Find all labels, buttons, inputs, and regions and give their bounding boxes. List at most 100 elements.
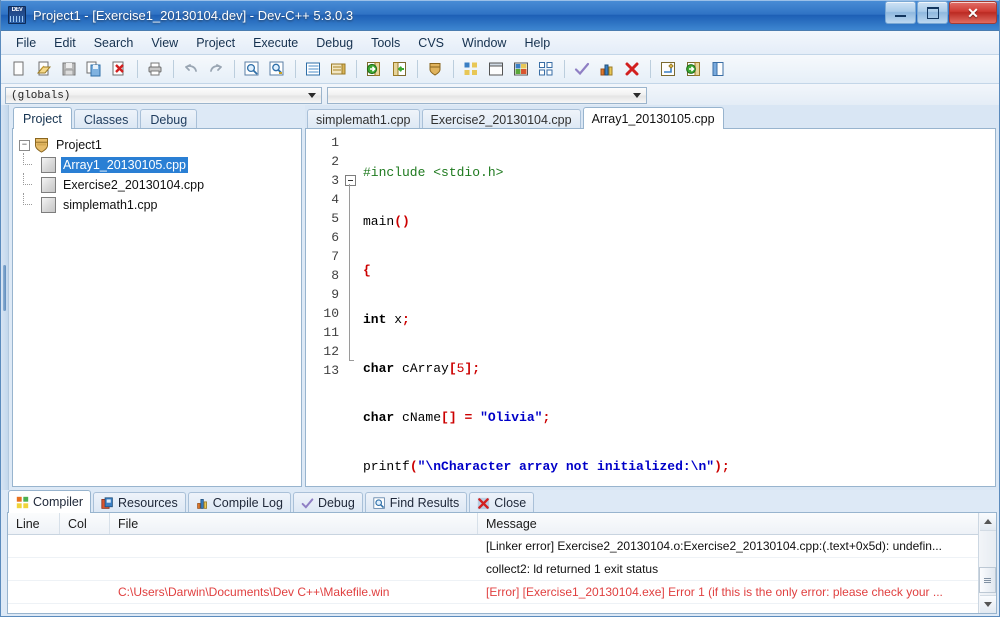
tab-resources[interactable]: Resources: [93, 492, 186, 513]
find-button[interactable]: [240, 57, 264, 81]
table-row[interactable]: C:\Users\Darwin\Documents\Dev C++\Makefi…: [8, 581, 996, 604]
new-form-button[interactable]: [484, 57, 508, 81]
redo-button[interactable]: [204, 57, 228, 81]
tree-item-exercise2[interactable]: Exercise2_20130104.cpp: [19, 173, 301, 195]
scrollbar-thumb[interactable]: [979, 567, 996, 593]
tree-item-simplemath1[interactable]: simplemath1.cpp: [19, 193, 301, 215]
fold-collapse-icon[interactable]: [345, 175, 356, 186]
tab-compile-log[interactable]: Compile Log: [187, 492, 291, 513]
compiler-messages-grid[interactable]: Line Col File Message [Linker error] Exe…: [7, 512, 997, 614]
close-button[interactable]: ✕: [949, 1, 997, 24]
run-button[interactable]: [387, 57, 411, 81]
column-header-col[interactable]: Col: [60, 513, 110, 534]
goto-line-button[interactable]: [301, 57, 325, 81]
devcpp-logo-icon: DEV: [8, 6, 26, 24]
column-header-message[interactable]: Message: [478, 513, 996, 534]
cell-line: [8, 604, 60, 613]
code-folding-gutter[interactable]: [343, 129, 359, 486]
menu-project[interactable]: Project: [187, 32, 244, 54]
menu-view[interactable]: View: [142, 32, 187, 54]
resources-icon: [101, 496, 113, 509]
menu-help[interactable]: Help: [515, 32, 559, 54]
project-panel: Project Classes Debug − Project1 Array1_…: [9, 105, 305, 490]
tab-compiler[interactable]: Compiler: [8, 490, 92, 513]
column-header-line[interactable]: Line: [8, 513, 60, 534]
minimize-icon: [895, 15, 906, 17]
scroll-down-button[interactable]: [979, 595, 996, 613]
scope-combo[interactable]: (globals): [5, 87, 322, 104]
tab-project[interactable]: Project: [13, 107, 72, 129]
code-editor[interactable]: 1 2 3 4 5 6 7 8 9 10 11 12 13 #include <…: [305, 128, 996, 487]
menu-search[interactable]: Search: [85, 32, 143, 54]
chevron-down-icon[interactable]: [629, 89, 644, 102]
menu-cvs[interactable]: CVS: [409, 32, 453, 54]
compile-button[interactable]: [362, 57, 386, 81]
chevron-down-icon[interactable]: [304, 89, 319, 102]
tab-exercise2-cpp[interactable]: Exercise2_20130104.cpp: [421, 109, 581, 129]
table-row[interactable]: [Linker error] Exercise2_20130104.o:Exer…: [8, 535, 996, 558]
menu-bar: File Edit Search View Project Execute De…: [1, 31, 999, 55]
close-file-button[interactable]: [107, 57, 131, 81]
new-file-button[interactable]: [7, 57, 31, 81]
tab-find-results[interactable]: Find Results: [364, 492, 468, 513]
editor-tabs: simplemath1.cpp Exercise2_20130104.cpp A…: [305, 107, 999, 129]
messages-scrollbar[interactable]: [978, 513, 996, 613]
minimize-button[interactable]: [885, 1, 916, 24]
step-over-button[interactable]: [656, 57, 680, 81]
print-button[interactable]: [143, 57, 167, 81]
grid-header: Line Col File Message: [8, 513, 996, 535]
menu-edit[interactable]: Edit: [45, 32, 85, 54]
source-file-icon: [41, 177, 56, 193]
line-number: 3: [331, 173, 339, 188]
debug-panel-button[interactable]: [706, 57, 730, 81]
magnifier-icon: [244, 61, 259, 76]
syntax-check-button[interactable]: [570, 57, 594, 81]
project-tree[interactable]: − Project1 Array1_20130105.cpp Exercise2…: [12, 128, 302, 487]
new-project-button[interactable]: [459, 57, 483, 81]
toggle-bookmark-button[interactable]: [326, 57, 350, 81]
maximize-button[interactable]: [917, 1, 948, 24]
tab-array1-cpp[interactable]: Array1_20130105.cpp: [582, 107, 724, 129]
tab-simplemath1-cpp[interactable]: simplemath1.cpp: [307, 109, 420, 129]
table-row[interactable]: [8, 604, 996, 613]
menu-execute[interactable]: Execute: [244, 32, 307, 54]
collapse-expander-icon[interactable]: −: [19, 139, 30, 151]
project-manager-button[interactable]: [534, 57, 558, 81]
menu-tools[interactable]: Tools: [362, 32, 409, 54]
save-disk-icon: [62, 62, 76, 76]
left-dock-handle[interactable]: [1, 105, 9, 490]
save-all-button[interactable]: [82, 57, 106, 81]
menu-window[interactable]: Window: [453, 32, 515, 54]
bar-chart-icon: [196, 498, 207, 509]
tab-close-panel[interactable]: Close: [469, 492, 535, 513]
menu-file[interactable]: File: [7, 32, 45, 54]
open-file-button[interactable]: [32, 57, 56, 81]
step-into-button[interactable]: [681, 57, 705, 81]
menu-debug[interactable]: Debug: [307, 32, 362, 54]
compile-green-arrow-icon: [366, 62, 380, 76]
tree-branch-line: [19, 153, 41, 175]
cell-col: [60, 604, 110, 613]
tab-compile-log-label: Compile Log: [212, 496, 283, 510]
replace-button[interactable]: [265, 57, 289, 81]
table-row[interactable]: collect2: ld returned 1 exit status: [8, 558, 996, 581]
new-resource-button[interactable]: [509, 57, 533, 81]
line-number-gutter: 1 2 3 4 5 6 7 8 9 10 11 12 13: [306, 129, 343, 486]
column-header-file[interactable]: File: [110, 513, 478, 534]
scroll-up-button[interactable]: [979, 513, 996, 531]
project-panel-tabs: Project Classes Debug: [9, 107, 305, 129]
undo-button[interactable]: [179, 57, 203, 81]
magnifier-icon: [373, 496, 385, 509]
tree-root-row[interactable]: − Project1: [19, 135, 301, 155]
tab-classes[interactable]: Classes: [73, 109, 139, 129]
save-file-button[interactable]: [57, 57, 81, 81]
symbol-combo[interactable]: [327, 87, 647, 104]
project-options-button[interactable]: [423, 57, 447, 81]
profile-button[interactable]: [595, 57, 619, 81]
tab-debug[interactable]: Debug: [140, 109, 198, 129]
bottom-panel-tabs: Compiler Resources Compile Log Debug Fin…: [1, 490, 999, 513]
tree-item-array1[interactable]: Array1_20130105.cpp: [19, 153, 301, 175]
abort-button[interactable]: [620, 57, 644, 81]
tab-debug-bottom[interactable]: Debug: [292, 492, 363, 513]
code-text[interactable]: #include <stdio.h> main() { int x; char …: [359, 129, 995, 486]
